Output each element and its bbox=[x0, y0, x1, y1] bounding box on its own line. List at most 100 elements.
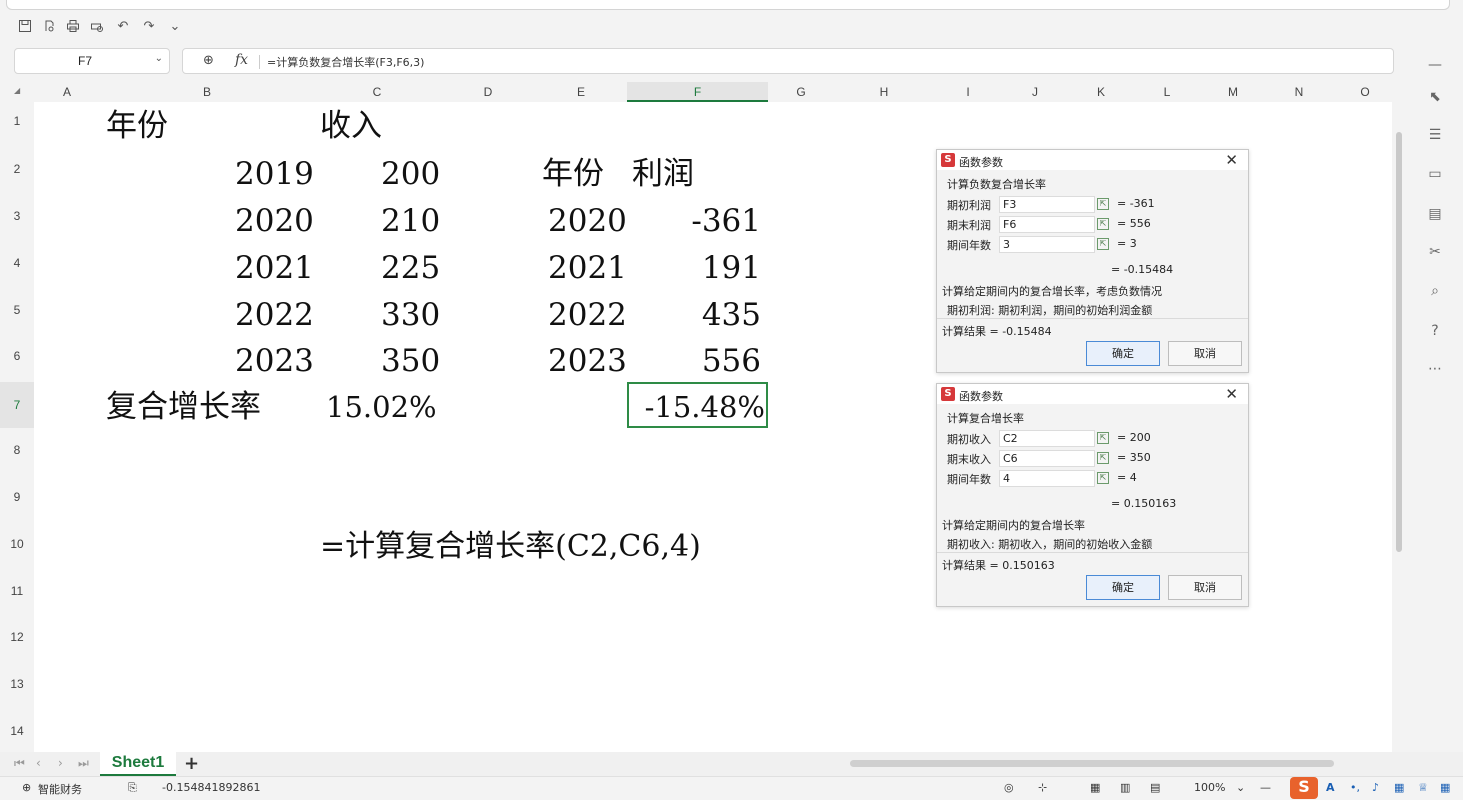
range-select-icon[interactable]: ⇱ bbox=[1097, 452, 1109, 464]
row-header-12[interactable]: 12 bbox=[0, 630, 34, 644]
cell-f4[interactable]: 191 bbox=[627, 248, 761, 288]
add-sheet-icon[interactable]: + bbox=[184, 753, 199, 774]
fx-icon[interactable]: fx bbox=[235, 52, 248, 68]
row-header-1[interactable]: 1 bbox=[0, 114, 34, 128]
cell-e6[interactable]: 2023 bbox=[548, 341, 627, 381]
col-header-m[interactable]: M bbox=[1200, 82, 1266, 102]
cancel-button[interactable]: 取消 bbox=[1168, 341, 1242, 366]
page-break-icon[interactable]: ▤ bbox=[1150, 781, 1160, 794]
vertical-scroll-thumb[interactable] bbox=[1396, 132, 1402, 552]
chart-icon[interactable]: ▤ bbox=[1424, 203, 1446, 225]
cell-c10[interactable]: =计算复合增长率(C2,C6,4) bbox=[320, 527, 701, 567]
ime-punct-icon[interactable]: •, bbox=[1350, 781, 1360, 794]
name-box[interactable]: F7 ⌄ bbox=[14, 48, 170, 74]
horizontal-scroll-thumb[interactable] bbox=[850, 760, 1334, 767]
cell-c4[interactable]: 225 bbox=[381, 248, 440, 288]
cell-b6[interactable]: 2023 bbox=[235, 341, 314, 381]
first-sheet-icon[interactable]: ⏮ bbox=[14, 756, 25, 771]
range-select-icon[interactable]: ⇱ bbox=[1097, 198, 1109, 210]
col-header-o[interactable]: O bbox=[1332, 82, 1398, 102]
cell-a1[interactable]: 年份 bbox=[106, 106, 168, 146]
view-mode-icon[interactable]: ⊹ bbox=[1038, 781, 1047, 794]
col-header-d[interactable]: D bbox=[440, 82, 536, 102]
range-select-icon[interactable]: ⇱ bbox=[1097, 472, 1109, 484]
cell-c2[interactable]: 200 bbox=[381, 154, 440, 194]
sheet-icon[interactable]: ▭ bbox=[1424, 163, 1446, 185]
dialog-header[interactable]: S 函数参数 ✕ bbox=[937, 384, 1248, 404]
ime-voice-icon[interactable]: ♪ bbox=[1372, 781, 1379, 794]
close-icon[interactable]: ✕ bbox=[1225, 151, 1238, 169]
param-input-1[interactable]: C2 bbox=[999, 430, 1095, 447]
formula-bar[interactable]: ⊕ fx =计算负数复合增长率(F3,F6,3) bbox=[182, 48, 1394, 74]
row-header-13[interactable]: 13 bbox=[0, 677, 34, 691]
row-header-5[interactable]: 5 bbox=[0, 303, 34, 317]
ime-english-icon[interactable]: A bbox=[1326, 781, 1335, 794]
row-header-2[interactable]: 2 bbox=[0, 162, 34, 176]
cell-f2[interactable]: 利润 bbox=[632, 154, 694, 194]
col-header-e[interactable]: E bbox=[536, 82, 626, 102]
col-header-i[interactable]: I bbox=[934, 82, 1002, 102]
row-header-6[interactable]: 6 bbox=[0, 349, 34, 363]
finance-icon[interactable]: ⊕ bbox=[22, 781, 31, 794]
help-icon[interactable]: ? bbox=[1424, 320, 1446, 342]
col-header-h[interactable]: H bbox=[834, 82, 934, 102]
row-header-9[interactable]: 9 bbox=[0, 490, 34, 504]
function-args-dialog-1[interactable]: S 函数参数 ✕ 计算负数复合增长率 期初利润 F3 ⇱ = -361 期末利润… bbox=[936, 149, 1249, 373]
cell-f5[interactable]: 435 bbox=[627, 295, 761, 335]
close-icon[interactable]: ✕ bbox=[1225, 385, 1238, 403]
cancel-button[interactable]: 取消 bbox=[1168, 575, 1242, 600]
range-select-icon[interactable]: ⇱ bbox=[1097, 238, 1109, 250]
dialog-header[interactable]: S 函数参数 ✕ bbox=[937, 150, 1248, 170]
param-input-1[interactable]: F3 bbox=[999, 196, 1095, 213]
export-icon[interactable] bbox=[40, 17, 58, 35]
param-input-2[interactable]: C6 bbox=[999, 450, 1095, 467]
tools-icon[interactable]: ✂ bbox=[1424, 241, 1446, 263]
formula-text[interactable]: =计算负数复合增长率(F3,F6,3) bbox=[267, 54, 424, 70]
function-args-dialog-2[interactable]: S 函数参数 ✕ 计算复合增长率 期初收入 C2 ⇱ = 200 期末收入 C6… bbox=[936, 383, 1249, 607]
next-sheet-icon[interactable]: › bbox=[58, 756, 63, 770]
cell-c5[interactable]: 330 bbox=[381, 295, 440, 335]
col-header-n[interactable]: N bbox=[1266, 82, 1332, 102]
row-header-4[interactable]: 4 bbox=[0, 256, 34, 270]
chevron-down-icon[interactable]: ⌄ bbox=[1236, 781, 1245, 794]
row-header-7[interactable]: 7 bbox=[0, 382, 34, 428]
undo-icon[interactable]: ↶ bbox=[114, 17, 132, 35]
cell-f3[interactable]: -361 bbox=[627, 201, 761, 241]
finance-label[interactable]: 智能财务 bbox=[38, 781, 82, 797]
col-header-j[interactable]: J bbox=[1002, 82, 1068, 102]
cell-e5[interactable]: 2022 bbox=[548, 295, 627, 335]
cell-c7[interactable]: 15.02% bbox=[326, 387, 437, 427]
cell-b5[interactable]: 2022 bbox=[235, 295, 314, 335]
col-header-k[interactable]: K bbox=[1068, 82, 1134, 102]
param-input-2[interactable]: F6 bbox=[999, 216, 1095, 233]
redo-icon[interactable]: ↷ bbox=[140, 17, 158, 35]
row-header-10[interactable]: 10 bbox=[0, 537, 34, 551]
col-header-c[interactable]: C bbox=[314, 82, 440, 102]
cell-e2[interactable]: 年份 bbox=[542, 154, 604, 194]
row-header-14[interactable]: 14 bbox=[0, 724, 34, 738]
cell-e3[interactable]: 2020 bbox=[548, 201, 627, 241]
ime-logo-icon[interactable]: S bbox=[1290, 777, 1318, 799]
sheet-tab-sheet1[interactable]: Sheet1 bbox=[100, 752, 176, 776]
ok-button[interactable]: 确定 bbox=[1086, 341, 1160, 366]
cell-c1[interactable]: 收入 bbox=[320, 106, 382, 146]
ime-menu-icon[interactable]: ▦ bbox=[1440, 781, 1450, 794]
col-header-b[interactable]: B bbox=[100, 82, 314, 102]
row-header-8[interactable]: 8 bbox=[0, 443, 34, 457]
param-input-3[interactable]: 3 bbox=[999, 236, 1095, 253]
chevron-down-icon[interactable]: ⌄ bbox=[155, 53, 163, 64]
col-header-a[interactable]: A bbox=[34, 82, 100, 102]
range-select-icon[interactable]: ⇱ bbox=[1097, 432, 1109, 444]
more-icon[interactable]: ⋯ bbox=[1424, 358, 1446, 380]
select-all-corner[interactable]: ◢ bbox=[14, 86, 20, 95]
row-header-11[interactable]: 11 bbox=[0, 584, 34, 598]
cell-mode-icon[interactable]: ⎘ bbox=[128, 781, 137, 795]
cell-b2[interactable]: 2019 bbox=[235, 154, 314, 194]
cell-c6[interactable]: 350 bbox=[381, 341, 440, 381]
ime-keyboard-icon[interactable]: ▦ bbox=[1394, 781, 1404, 794]
eye-icon[interactable]: ◎ bbox=[1004, 781, 1014, 794]
cell-b3[interactable]: 2020 bbox=[235, 201, 314, 241]
minimize-icon[interactable]: — bbox=[1424, 54, 1446, 76]
save-icon[interactable] bbox=[16, 17, 34, 35]
col-header-g[interactable]: G bbox=[768, 82, 834, 102]
